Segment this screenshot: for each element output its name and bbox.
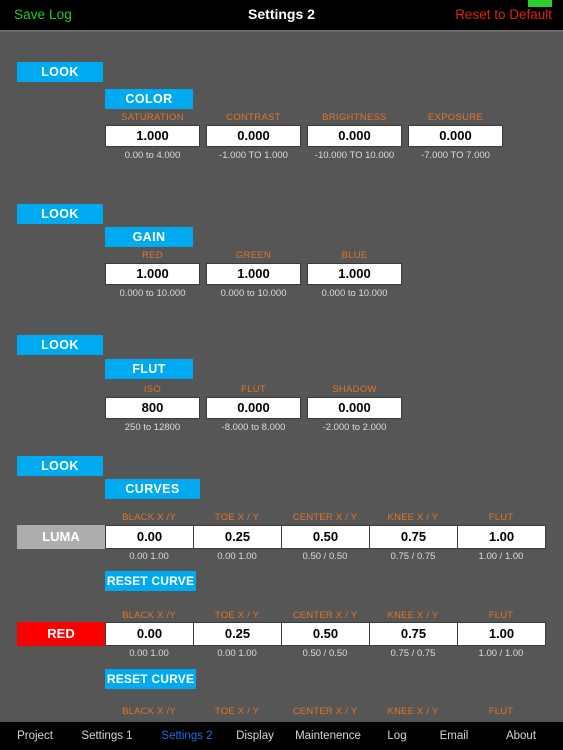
- curve-column-label-black-partial: BLACK X /Y: [122, 706, 176, 717]
- field-input-contrast[interactable]: 0.000: [206, 125, 301, 147]
- curve-sub-luma-knee: 0.75 / 0.75: [390, 551, 436, 562]
- curve-sub-red-knee: 0.75 / 0.75: [390, 648, 436, 659]
- field-label-shadow: SHADOW: [332, 384, 377, 395]
- curve-column-label-toe-red: TOE X / Y: [214, 610, 260, 621]
- field-input-exposure[interactable]: 0.000: [408, 125, 503, 147]
- tab-settings-1[interactable]: Settings 1: [70, 729, 144, 743]
- tab-about[interactable]: About: [492, 729, 550, 743]
- reset-curve-button-red[interactable]: RESET CURVE: [105, 669, 196, 689]
- curve-column-label-black-red: BLACK X /Y: [122, 610, 176, 621]
- curve-sub-luma-center: 0.50 / 0.50: [302, 551, 348, 562]
- field-input-brightness[interactable]: 0.000: [307, 125, 402, 147]
- field-label-contrast: CONTRAST: [226, 112, 281, 123]
- field-label-flut: FLUT: [241, 384, 266, 395]
- field-input-gain-blue[interactable]: 1.000: [307, 263, 402, 285]
- reset-to-default-button[interactable]: Reset to Default: [455, 7, 552, 22]
- curve-input-luma-toe[interactable]: 0.25: [193, 525, 282, 549]
- field-range-brightness: -10.000 TO 10.000: [314, 150, 395, 161]
- curve-input-red-toe[interactable]: 0.25: [193, 622, 282, 646]
- look-button-flut[interactable]: LOOK: [17, 335, 103, 355]
- look-button-curves[interactable]: LOOK: [17, 456, 103, 476]
- look-button-gain[interactable]: LOOK: [17, 204, 103, 224]
- mode-button-color[interactable]: COLOR: [105, 89, 193, 109]
- tab-display[interactable]: Display: [225, 729, 285, 743]
- field-label-saturation: SATURATION: [121, 112, 184, 123]
- curve-row-tag-red[interactable]: RED: [17, 622, 105, 646]
- field-range-gain-green: 0.000 to 10.000: [220, 288, 287, 299]
- tab-log[interactable]: Log: [375, 729, 419, 743]
- curve-sub-red-toe: 0.00 1.00: [217, 648, 257, 659]
- curve-input-red-knee[interactable]: 0.75: [369, 622, 458, 646]
- curve-column-label-center-red: CENTER X / Y: [292, 610, 358, 621]
- curve-sub-red-center: 0.50 / 0.50: [302, 648, 348, 659]
- field-input-flut[interactable]: 0.000: [206, 397, 301, 419]
- field-label-exposure: EXPOSURE: [427, 112, 484, 123]
- field-input-gain-red[interactable]: 1.000: [105, 263, 200, 285]
- curve-input-red-black[interactable]: 0.00: [105, 622, 194, 646]
- field-input-shadow[interactable]: 0.000: [307, 397, 402, 419]
- curve-sub-luma-toe: 0.00 1.00: [217, 551, 257, 562]
- curve-column-label-knee-red: KNEE X / Y: [387, 610, 439, 621]
- curve-input-red-center[interactable]: 0.50: [281, 622, 370, 646]
- curve-input-luma-black[interactable]: 0.00: [105, 525, 194, 549]
- curve-column-label-flut-red: FLUT: [488, 610, 514, 621]
- curve-column-label-black-luma: BLACK X /Y: [122, 512, 176, 523]
- field-range-iso: 250 to 12800: [124, 422, 181, 433]
- field-input-gain-green[interactable]: 1.000: [206, 263, 301, 285]
- curve-column-label-flut-partial: FLUT: [488, 706, 514, 717]
- field-range-exposure: -7.000 TO 7.000: [421, 150, 490, 161]
- field-range-shadow: -2.000 to 2.000: [322, 422, 387, 433]
- mode-button-gain[interactable]: GAIN: [105, 227, 193, 247]
- curve-sub-red-black: 0.00 1.00: [129, 648, 169, 659]
- topbar-divider: [0, 30, 563, 32]
- status-indicator-chip: [528, 0, 552, 7]
- curve-column-label-flut-luma: FLUT: [488, 512, 514, 523]
- reset-curve-button-luma[interactable]: RESET CURVE: [105, 571, 196, 591]
- curve-column-label-center-luma: CENTER X / Y: [292, 512, 358, 523]
- curve-sub-luma-black: 0.00 1.00: [129, 551, 169, 562]
- field-range-gain-red: 0.000 to 10.000: [119, 288, 186, 299]
- field-range-saturation: 0.00 to 4.000: [124, 150, 181, 161]
- curve-input-red-flut[interactable]: 1.00: [457, 622, 546, 646]
- mode-button-curves[interactable]: CURVES: [105, 479, 200, 499]
- field-label-brightness: BRIGHTNESS: [322, 112, 387, 123]
- field-input-iso[interactable]: 800: [105, 397, 200, 419]
- curve-sub-red-flut: 1.00 / 1.00: [478, 648, 524, 659]
- curve-sub-luma-flut: 1.00 / 1.00: [478, 551, 524, 562]
- curve-row-tag-luma[interactable]: LUMA: [17, 525, 105, 549]
- curve-column-label-center-partial: CENTER X / Y: [292, 706, 358, 717]
- curve-input-luma-flut[interactable]: 1.00: [457, 525, 546, 549]
- field-label-iso: ISO: [143, 384, 162, 395]
- curve-input-luma-center[interactable]: 0.50: [281, 525, 370, 549]
- field-label-gain-green: GREEN: [235, 250, 272, 261]
- curve-column-label-toe-partial: TOE X / Y: [214, 706, 260, 717]
- curve-column-label-knee-partial: KNEE X / Y: [387, 706, 439, 717]
- mode-button-flut[interactable]: FLUT: [105, 359, 193, 379]
- look-button-color[interactable]: LOOK: [17, 62, 103, 82]
- field-range-gain-blue: 0.000 to 10.000: [321, 288, 388, 299]
- field-range-contrast: -1.000 TO 1.000: [219, 150, 288, 161]
- field-input-saturation[interactable]: 1.000: [105, 125, 200, 147]
- bottom-tab-bar: Project Settings 1 Settings 2 Display Ma…: [0, 722, 563, 750]
- field-label-gain-blue: BLUE: [341, 250, 368, 261]
- tab-project[interactable]: Project: [5, 729, 65, 743]
- field-label-gain-red: RED: [142, 250, 163, 261]
- tab-maintenence[interactable]: Maintenence: [283, 729, 373, 743]
- curve-column-label-toe-luma: TOE X / Y: [214, 512, 260, 523]
- field-range-flut: -8.000 to 8.000: [221, 422, 286, 433]
- tab-settings-2[interactable]: Settings 2: [150, 729, 224, 743]
- curve-input-luma-knee[interactable]: 0.75: [369, 525, 458, 549]
- tab-email[interactable]: Email: [426, 729, 482, 743]
- top-bar: Save Log Settings 2 Reset to Default: [0, 0, 563, 30]
- app-root: Save Log Settings 2 Reset to Default LOO…: [0, 0, 563, 750]
- curve-column-label-knee-luma: KNEE X / Y: [387, 512, 439, 523]
